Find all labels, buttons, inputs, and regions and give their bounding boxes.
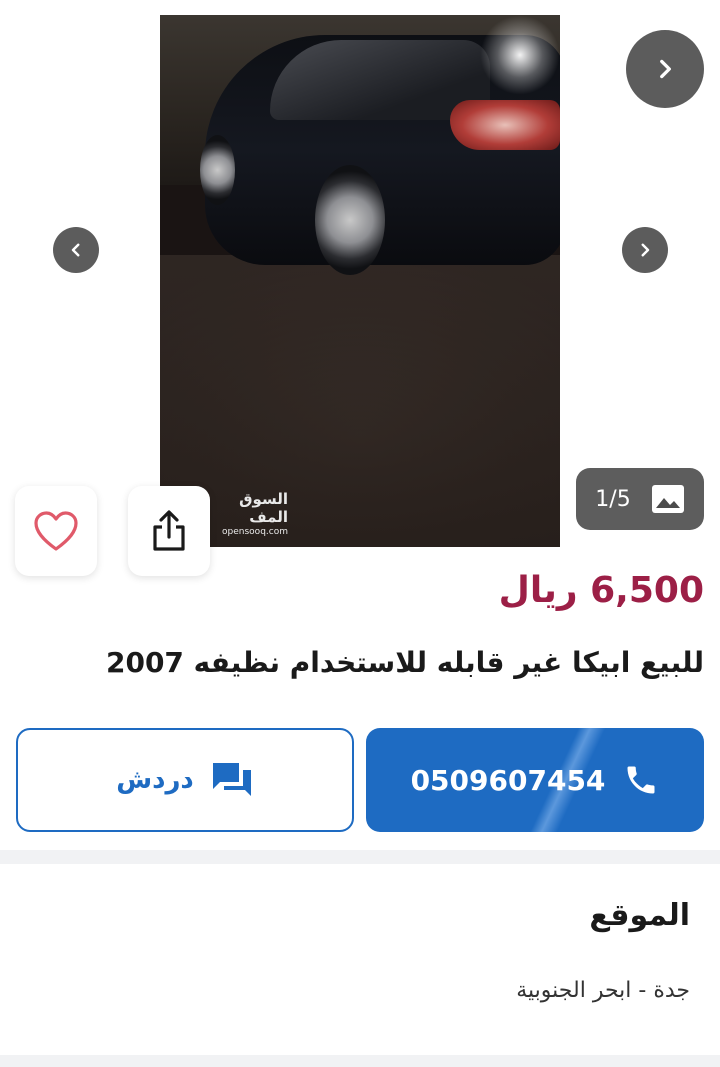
heart-icon bbox=[34, 511, 78, 551]
image-icon bbox=[651, 485, 684, 513]
chat-label: دردش bbox=[116, 765, 194, 795]
image-counter-text: 1/5 bbox=[595, 486, 631, 512]
favorite-button[interactable] bbox=[15, 486, 97, 576]
section-divider bbox=[0, 850, 720, 864]
photo-car-taillight bbox=[450, 100, 560, 150]
listing-photo[interactable]: السوق المف opensooq.com bbox=[160, 15, 560, 547]
share-icon bbox=[153, 510, 185, 551]
photo-light-flare bbox=[480, 15, 560, 95]
chevron-right-icon bbox=[641, 243, 650, 257]
chevron-right-icon bbox=[660, 59, 671, 79]
chat-icon bbox=[212, 763, 251, 796]
next-image-button[interactable] bbox=[622, 227, 668, 273]
watermark-english: opensooq.com bbox=[222, 527, 288, 537]
location-value: جدة - ابحر الجنوبية bbox=[516, 978, 690, 1003]
chevron-left-icon bbox=[71, 243, 80, 257]
previous-image-button[interactable] bbox=[53, 227, 99, 273]
section-divider bbox=[0, 1055, 720, 1067]
share-button[interactable] bbox=[128, 486, 210, 576]
photo-car-wheel bbox=[315, 165, 385, 275]
next-listing-button[interactable] bbox=[626, 30, 704, 108]
call-button[interactable]: 0509607454 bbox=[366, 728, 704, 832]
image-counter[interactable]: 1/5 bbox=[576, 468, 704, 530]
image-gallery[interactable]: السوق المف opensooq.com 1/5 bbox=[0, 0, 720, 576]
phone-icon bbox=[627, 766, 655, 794]
watermark-logo: السوق المف opensooq.com bbox=[208, 490, 288, 538]
chat-button[interactable]: دردش bbox=[16, 728, 354, 832]
phone-number: 0509607454 bbox=[410, 763, 606, 797]
listing-title: للبيع ابيكا غير قابله للاستخدام نظيفه 20… bbox=[105, 646, 704, 679]
photo-car-wheel bbox=[200, 135, 235, 205]
location-heading: الموقع bbox=[589, 898, 690, 933]
listing-price: 6,500 ريال bbox=[498, 570, 704, 611]
watermark-arabic: السوق المف bbox=[239, 490, 288, 526]
